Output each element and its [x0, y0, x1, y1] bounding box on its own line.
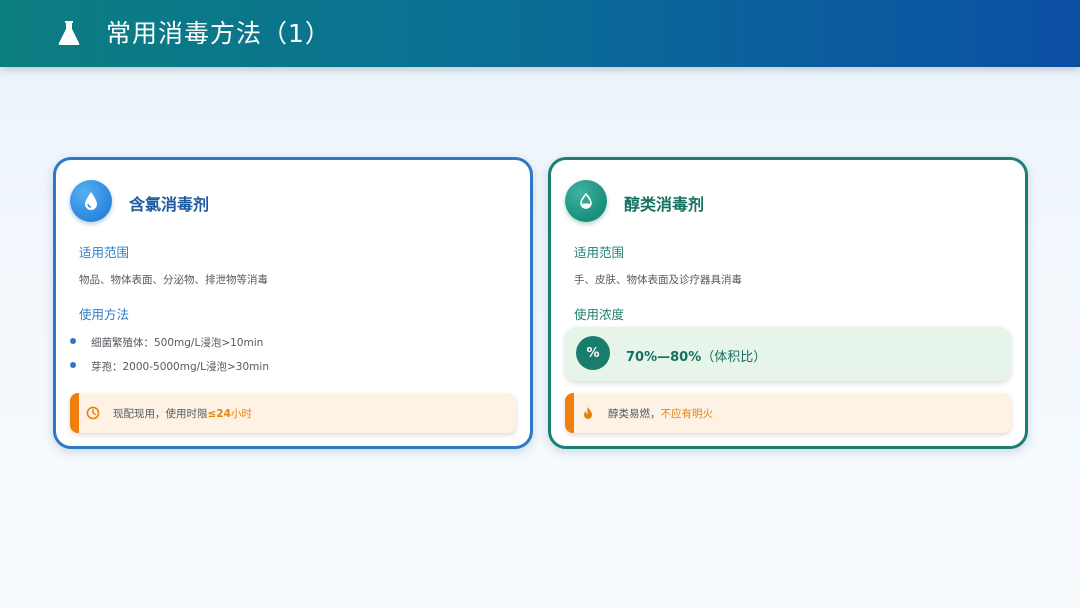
notice-suffix: 小时	[230, 408, 252, 420]
notice-emphasis: 不应有明火	[660, 408, 714, 420]
safety-notice: 醇类易燃，不应有明火	[565, 393, 1011, 433]
header-bar: 常用消毒方法（1）	[0, 0, 1080, 67]
bullet-dot	[70, 362, 76, 368]
notice-prefix: 现配现用，使用时限	[113, 408, 208, 420]
card-title: 醇类消毒剂	[624, 195, 705, 214]
notice-text: 现配现用，使用时限≤24小时	[113, 406, 252, 421]
concentration-box: % 70%—80%（体积比）	[565, 327, 1011, 381]
card-badge	[565, 180, 607, 222]
scope-text: 物品、物体表面、分泌物、排泄物等消毒	[79, 274, 268, 286]
scope-text: 手、皮肤、物体表面及诊疗器具消毒	[574, 274, 742, 286]
clock-icon	[86, 406, 100, 420]
bullet-dot	[70, 338, 76, 344]
usage-notice: 现配现用，使用时限≤24小时	[70, 393, 516, 433]
fire-icon	[584, 407, 592, 419]
method-text: 细菌繁殖体：500mg/L浸泡>10min	[91, 337, 264, 349]
concentration-unit: （体积比）	[701, 350, 767, 365]
card-title: 含氯消毒剂	[129, 195, 210, 214]
chlorine-disinfectant-card: 含氯消毒剂 适用范围 物品、物体表面、分泌物、排泄物等消毒 使用方法 细菌繁殖体…	[53, 157, 533, 449]
notice-text: 醇类易燃，不应有明火	[608, 406, 713, 421]
notice-emphasis: ≤24	[207, 408, 231, 420]
notice-accent-bar	[70, 393, 79, 433]
card-badge	[70, 180, 112, 222]
notice-prefix: 醇类易燃，	[608, 408, 661, 420]
concentration-heading: 使用浓度	[574, 307, 625, 322]
water-drop-icon	[85, 192, 97, 210]
scope-heading: 适用范围	[574, 245, 625, 260]
concentration-value: 70%—80%	[626, 350, 702, 365]
notice-accent-bar	[565, 393, 574, 433]
concentration-text: 70%—80%（体积比）	[626, 346, 766, 365]
percent-icon: %	[576, 336, 610, 370]
flask-icon	[58, 21, 80, 45]
scope-heading: 适用范围	[79, 245, 130, 260]
alcohol-disinfectant-card: 醇类消毒剂 适用范围 手、皮肤、物体表面及诊疗器具消毒 使用浓度 % 70%—8…	[548, 157, 1028, 449]
drop-in-circle-icon	[580, 192, 592, 209]
method-heading: 使用方法	[79, 307, 130, 322]
page-title: 常用消毒方法（1）	[106, 19, 331, 48]
method-text: 芽孢：2000-5000mg/L浸泡>30min	[91, 361, 269, 373]
